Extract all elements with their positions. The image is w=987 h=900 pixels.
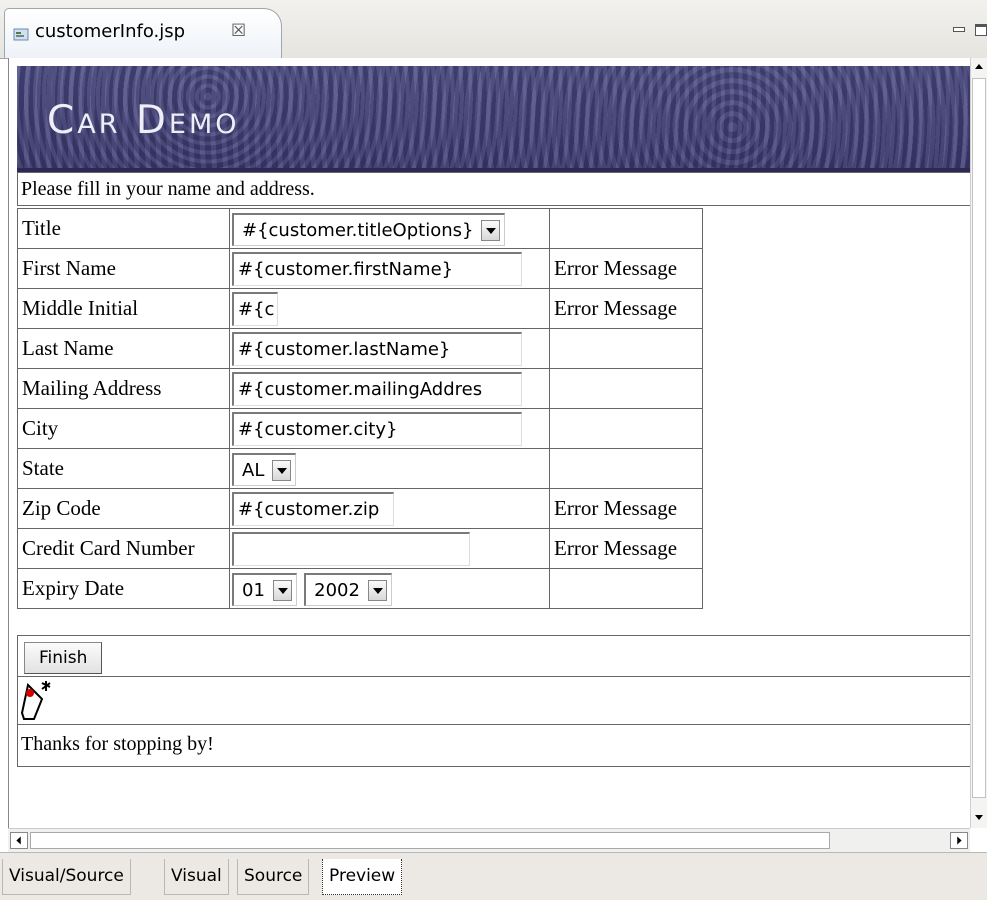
chevron-down-icon <box>481 219 501 241</box>
table-row: Zip Code #{customer.zip Error Message <box>17 488 703 529</box>
preview-canvas: Car Demo Please fill in your name and ad… <box>8 58 971 828</box>
state-error <box>549 448 703 489</box>
table-row: Middle Initial #{c Error Message <box>17 288 703 329</box>
minimize-icon[interactable] <box>953 27 965 32</box>
table-row: State AL <box>17 448 703 489</box>
credit-card-input[interactable] <box>232 532 470 566</box>
chevron-down-icon <box>367 579 387 601</box>
mailing-address-input[interactable]: #{customer.mailingAddres <box>232 372 522 406</box>
tab-source[interactable]: Source <box>237 859 310 895</box>
scroll-left-arrow-icon[interactable] <box>10 832 28 849</box>
zip-code-input[interactable]: #{customer.zip <box>232 492 394 526</box>
credit-card-label: Credit Card Number <box>17 528 230 569</box>
table-row: First Name #{customer.firstName} Error M… <box>17 248 703 289</box>
editor-mode-tabs: Visual/Source Visual Source Preview <box>0 852 987 900</box>
title-label: Title <box>17 208 230 249</box>
maximize-icon[interactable] <box>975 24 987 36</box>
scroll-down-arrow-icon[interactable] <box>971 808 987 826</box>
middle-initial-error: Error Message <box>549 288 703 329</box>
zip-code-label: Zip Code <box>17 488 230 529</box>
first-name-error: Error Message <box>549 248 703 289</box>
expiry-month-select[interactable]: 01 <box>232 573 297 606</box>
table-row: City #{customer.city} <box>17 408 703 449</box>
finish-button[interactable]: Finish <box>24 642 103 674</box>
table-row: Expiry Date 01 2002 <box>17 568 703 609</box>
first-name-input[interactable]: #{customer.firstName} <box>232 252 522 286</box>
chevron-down-icon <box>272 459 292 481</box>
last-name-error <box>549 328 703 369</box>
duke-mascot-icon <box>20 681 51 720</box>
jsp-file-icon <box>13 28 29 41</box>
zip-code-error: Error Message <box>549 488 703 529</box>
editor-tab-title: customerInfo.jsp <box>35 21 186 42</box>
intro-text: Please fill in your name and address. <box>17 172 971 206</box>
table-row: Last Name #{customer.lastName} <box>17 328 703 369</box>
last-name-label: Last Name <box>17 328 230 369</box>
editor-tab-bar: customerInfo.jsp ☒ <box>0 0 987 59</box>
credit-card-error: Error Message <box>549 528 703 569</box>
table-row: Credit Card Number Error Message <box>17 528 703 569</box>
expiry-year-select[interactable]: 2002 <box>304 573 392 606</box>
last-name-input[interactable]: #{customer.lastName} <box>232 332 522 366</box>
horizontal-scrollbar[interactable] <box>8 828 970 852</box>
tab-visual-source[interactable]: Visual/Source <box>2 859 131 895</box>
thanks-text: Thanks for stopping by! <box>17 725 971 767</box>
city-error <box>549 408 703 449</box>
finish-row: Finish <box>17 635 971 677</box>
state-select[interactable]: AL <box>232 453 297 486</box>
title-select[interactable]: #{customer.titleOptions} <box>232 213 506 246</box>
duke-row <box>17 677 971 725</box>
expiry-date-error <box>549 568 703 609</box>
middle-initial-input[interactable]: #{c <box>232 292 278 326</box>
mailing-address-error <box>549 368 703 409</box>
middle-initial-label: Middle Initial <box>17 288 230 329</box>
title-error <box>549 208 703 249</box>
banner-title: Car Demo <box>47 98 240 143</box>
close-tab-icon[interactable]: ☒ <box>231 21 246 41</box>
scroll-up-arrow-icon[interactable] <box>971 58 987 76</box>
vertical-scrollbar[interactable] <box>970 58 987 828</box>
city-label: City <box>17 408 230 449</box>
tab-visual[interactable]: Visual <box>164 859 229 895</box>
tab-preview[interactable]: Preview <box>322 859 403 895</box>
state-label: State <box>17 448 230 489</box>
mailing-address-label: Mailing Address <box>17 368 230 409</box>
vertical-scroll-thumb[interactable] <box>972 78 986 798</box>
chevron-down-icon <box>272 579 292 601</box>
horizontal-scroll-thumb[interactable] <box>30 832 830 849</box>
table-row: Mailing Address #{customer.mailingAddres <box>17 368 703 409</box>
car-demo-banner: Car Demo <box>17 66 971 172</box>
expiry-date-label: Expiry Date <box>17 568 230 609</box>
table-row: Title #{customer.titleOptions} <box>17 208 703 249</box>
editor-tab-customerinfo[interactable]: customerInfo.jsp ☒ <box>4 8 282 58</box>
city-input[interactable]: #{customer.city} <box>232 412 522 446</box>
scroll-right-arrow-icon[interactable] <box>950 832 968 849</box>
customer-form-table: Title #{customer.titleOptions} First Nam… <box>17 208 703 609</box>
first-name-label: First Name <box>17 248 230 289</box>
